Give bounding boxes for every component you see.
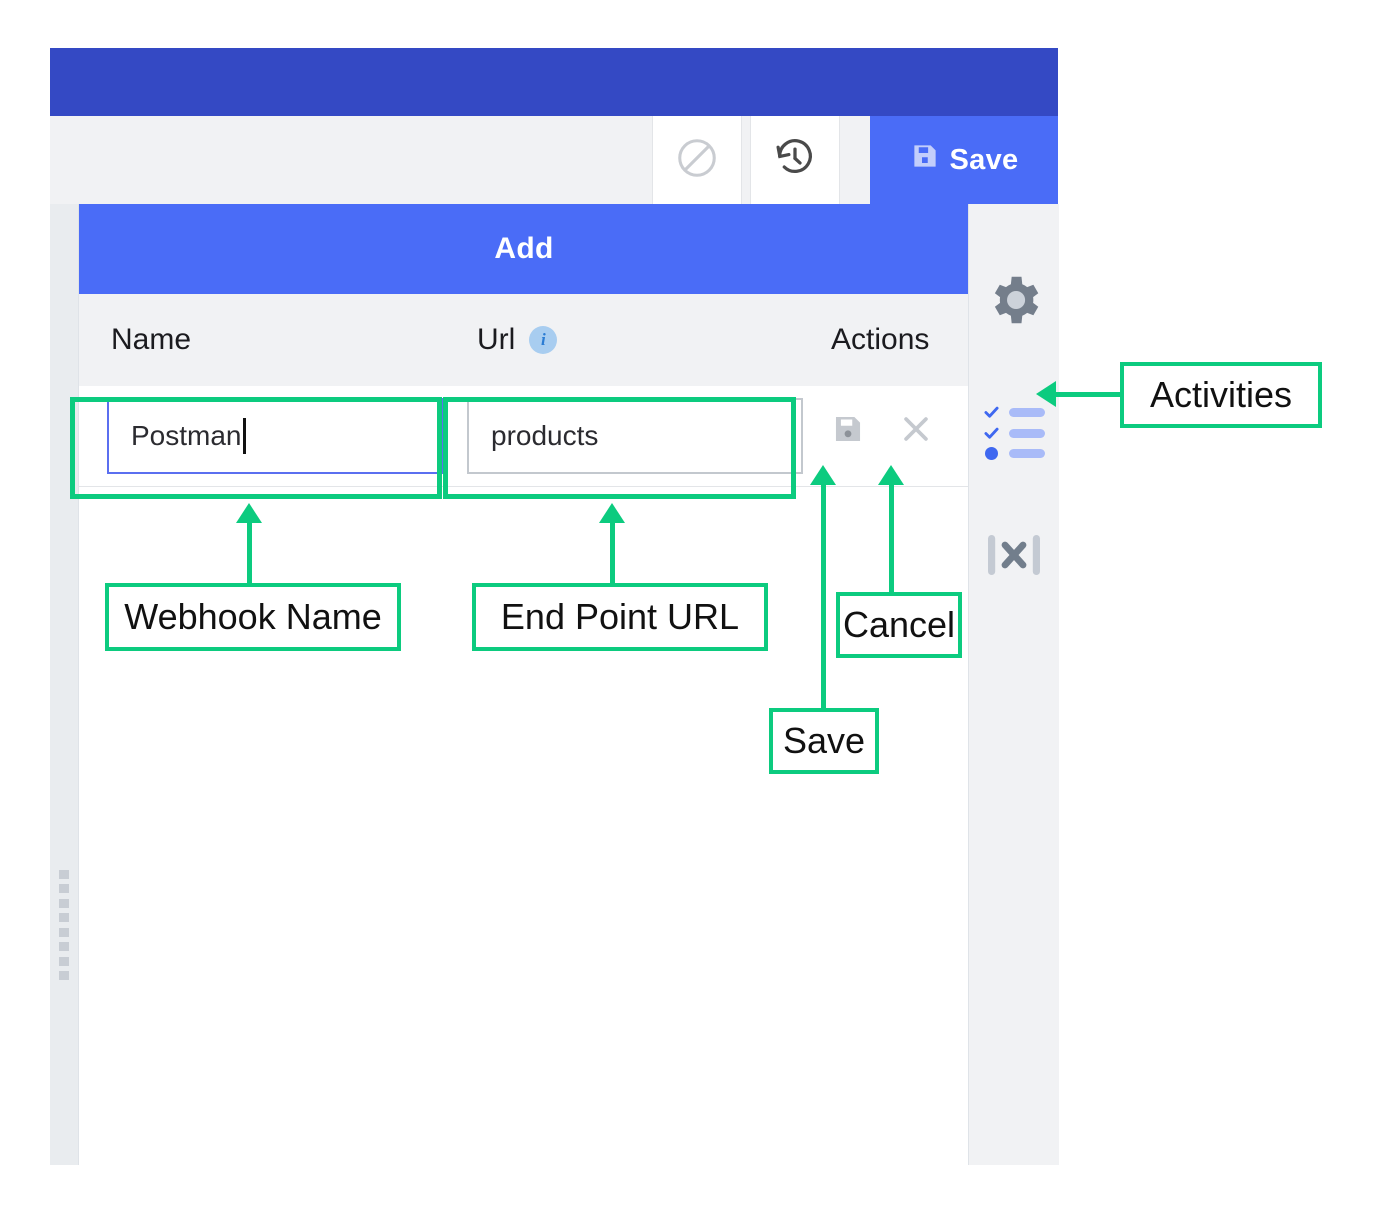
row-cancel-icon[interactable] <box>899 412 933 451</box>
annotation-webhook-name-arrowhead <box>236 503 262 523</box>
annotation-activities: Activities <box>1120 362 1322 428</box>
annotation-endpoint-url: End Point URL <box>472 583 768 651</box>
toolbar: Save <box>50 116 1058 204</box>
annotation-activities-line <box>1048 392 1122 397</box>
floppy-disk-icon <box>910 141 940 179</box>
toolbar-save-button[interactable]: Save <box>870 116 1058 204</box>
url-input[interactable]: products <box>467 398 803 474</box>
column-header-url-label: Url <box>477 323 516 356</box>
column-header-name: Name <box>111 294 191 386</box>
annotation-endpoint-url-line <box>610 522 615 584</box>
annotation-webhook-name: Webhook Name <box>105 583 401 651</box>
sidebar-item-collapse[interactable] <box>969 522 1059 592</box>
annotation-row-save-line <box>821 484 826 710</box>
annotation-row-save-label: Save <box>782 720 866 761</box>
annotation-row-cancel-line <box>889 484 894 594</box>
toolbar-save-label: Save <box>949 143 1019 176</box>
info-icon[interactable]: i <box>529 326 558 354</box>
history-revert-icon <box>772 135 818 186</box>
column-header-url: Url i <box>477 294 558 386</box>
column-header-actions: Actions <box>831 294 929 386</box>
history-button[interactable] <box>750 116 840 204</box>
add-webhook-panel: Add Name Url i Actions Postman products <box>78 204 969 1165</box>
annotation-row-cancel-label: Cancel <box>842 604 956 645</box>
sidebar-item-activities[interactable] <box>969 400 1059 466</box>
panel-title-bar: Add <box>79 204 969 294</box>
drag-handle-dots[interactable] <box>59 870 69 980</box>
no-entry-button[interactable] <box>652 116 742 204</box>
right-icon-sidebar <box>968 204 1059 1165</box>
annotation-row-cancel-arrowhead <box>878 465 904 485</box>
annotation-row-save: Save <box>769 708 879 774</box>
sidebar-item-settings[interactable] <box>969 262 1059 342</box>
text-caret <box>242 418 246 454</box>
row-action-buttons <box>831 412 933 451</box>
annotation-activities-arrowhead <box>1036 381 1056 407</box>
no-entry-icon <box>674 135 720 186</box>
brand-top-bar <box>50 48 1058 116</box>
checklist-icon <box>983 405 1045 461</box>
table-header-row: Name Url i Actions <box>79 294 969 386</box>
annotation-endpoint-url-arrowhead <box>599 503 625 523</box>
annotation-endpoint-url-label: End Point URL <box>500 596 740 637</box>
panel-title: Add <box>494 232 554 265</box>
panel-drag-rail[interactable] <box>50 204 78 1165</box>
name-input-value: Postman <box>131 420 242 451</box>
annotation-row-cancel: Cancel <box>836 592 962 658</box>
annotation-webhook-name-line <box>247 522 252 584</box>
column-header-name-label: Name <box>111 323 192 356</box>
column-header-actions-label: Actions <box>831 323 930 356</box>
name-input[interactable]: Postman <box>107 398 443 474</box>
screenshot-root: Save Add Name Url i Actions Postman prod… <box>0 0 1376 1218</box>
row-save-icon[interactable] <box>831 412 865 451</box>
url-input-value: products <box>491 420 599 451</box>
content-area: Add Name Url i Actions Postman products <box>50 204 1059 1165</box>
collapse-x-icon <box>986 529 1042 586</box>
annotation-webhook-name-label: Webhook Name <box>124 596 382 637</box>
annotation-activities-label: Activities <box>1149 374 1293 415</box>
gear-icon <box>983 269 1045 336</box>
annotation-row-save-arrowhead <box>810 465 836 485</box>
